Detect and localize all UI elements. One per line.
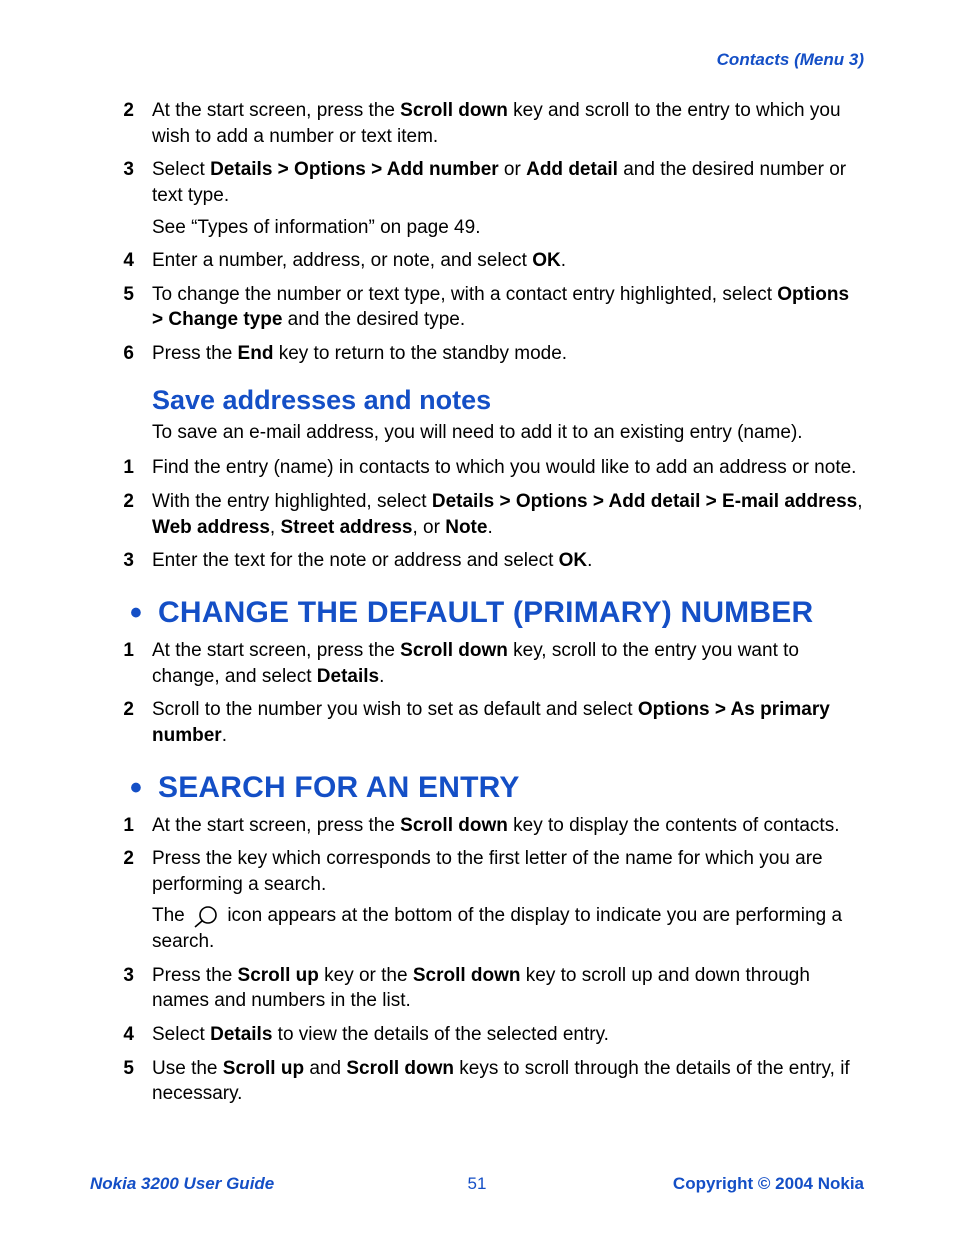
list-item: 5 To change the number or text type, wit… [90,282,864,333]
intro-text: To save an e-mail address, you will need… [152,420,864,446]
list-subtext: The icon appears at the bottom of the di… [152,903,864,954]
list-text: Press the Scroll up key or the Scroll do… [152,963,864,1014]
list-item: 2 Scroll to the number you wish to set a… [90,697,864,748]
subheading-save: Save addresses and notes [152,385,864,416]
list-text: Find the entry (name) in contacts to whi… [152,455,864,481]
list-item: 5 Use the Scroll up and Scroll down keys… [90,1056,864,1107]
list-item: 4 Select Details to view the details of … [90,1022,864,1048]
list-text: At the start screen, press the Scroll do… [152,813,864,839]
list-number: 3 [90,157,152,183]
list-item: 2 With the entry highlighted, select Det… [90,489,864,540]
numbered-list: 1 At the start screen, press the Scroll … [90,813,864,1107]
list-item: 4 Enter a number, address, or note, and … [90,248,864,274]
list-text: With the entry highlighted, select Detai… [152,489,864,540]
numbered-list: 1 Find the entry (name) in contacts to w… [90,455,864,574]
list-text: Scroll to the number you wish to set as … [152,697,864,748]
list-number: 1 [90,455,152,481]
list-number: 1 [90,638,152,664]
list-number: 2 [90,98,152,124]
list-text: Enter the text for the note or address a… [152,548,864,574]
list-item: 3 Press the Scroll up key or the Scroll … [90,963,864,1014]
list-text: Select Details > Options > Add number or… [152,157,864,208]
list-number: 2 [90,846,152,872]
list-number: 4 [90,1022,152,1048]
footer: Nokia 3200 User Guide 51 Copyright © 200… [90,1174,864,1194]
list-number: 4 [90,248,152,274]
list-number: 2 [90,697,152,723]
list-item: 1 At the start screen, press the Scroll … [90,638,864,689]
list-text: Press the key which corresponds to the f… [152,846,864,897]
list-text: To change the number or text type, with … [152,282,864,333]
list-item: 3 Enter the text for the note or address… [90,548,864,574]
heading-change-default: •CHANGE THE DEFAULT (PRIMARY) NUMBER [130,596,864,630]
numbered-list: 2 At the start screen, press the Scroll … [90,98,864,367]
list-text: At the start screen, press the Scroll do… [152,98,864,149]
list-subtext: See “Types of information” on page 49. [152,215,864,241]
list-number: 3 [90,548,152,574]
list-text: Enter a number, address, or note, and se… [152,248,864,274]
breadcrumb: Contacts (Menu 3) [90,50,864,70]
magnifier-icon [193,904,219,928]
list-text: Press the End key to return to the stand… [152,341,864,367]
list-item: 6 Press the End key to return to the sta… [90,341,864,367]
page: Contacts (Menu 3) 2 At the start screen,… [0,0,954,1248]
list-item: 3 Select Details > Options > Add number … [90,157,864,240]
footer-page-number: 51 [90,1174,864,1194]
list-number: 1 [90,813,152,839]
list-text: At the start screen, press the Scroll do… [152,638,864,689]
numbered-list: 1 At the start screen, press the Scroll … [90,638,864,749]
list-number: 5 [90,1056,152,1082]
list-number: 5 [90,282,152,308]
list-number: 2 [90,489,152,515]
list-item: 2 At the start screen, press the Scroll … [90,98,864,149]
list-item: 2 Press the key which corresponds to the… [90,846,864,955]
list-number: 6 [90,341,152,367]
list-text: Select Details to view the details of th… [152,1022,864,1048]
list-item: 1 At the start screen, press the Scroll … [90,813,864,839]
list-text: Use the Scroll up and Scroll down keys t… [152,1056,864,1107]
heading-search: •SEARCH FOR AN ENTRY [130,771,864,805]
list-number: 3 [90,963,152,989]
list-item: 1 Find the entry (name) in contacts to w… [90,455,864,481]
